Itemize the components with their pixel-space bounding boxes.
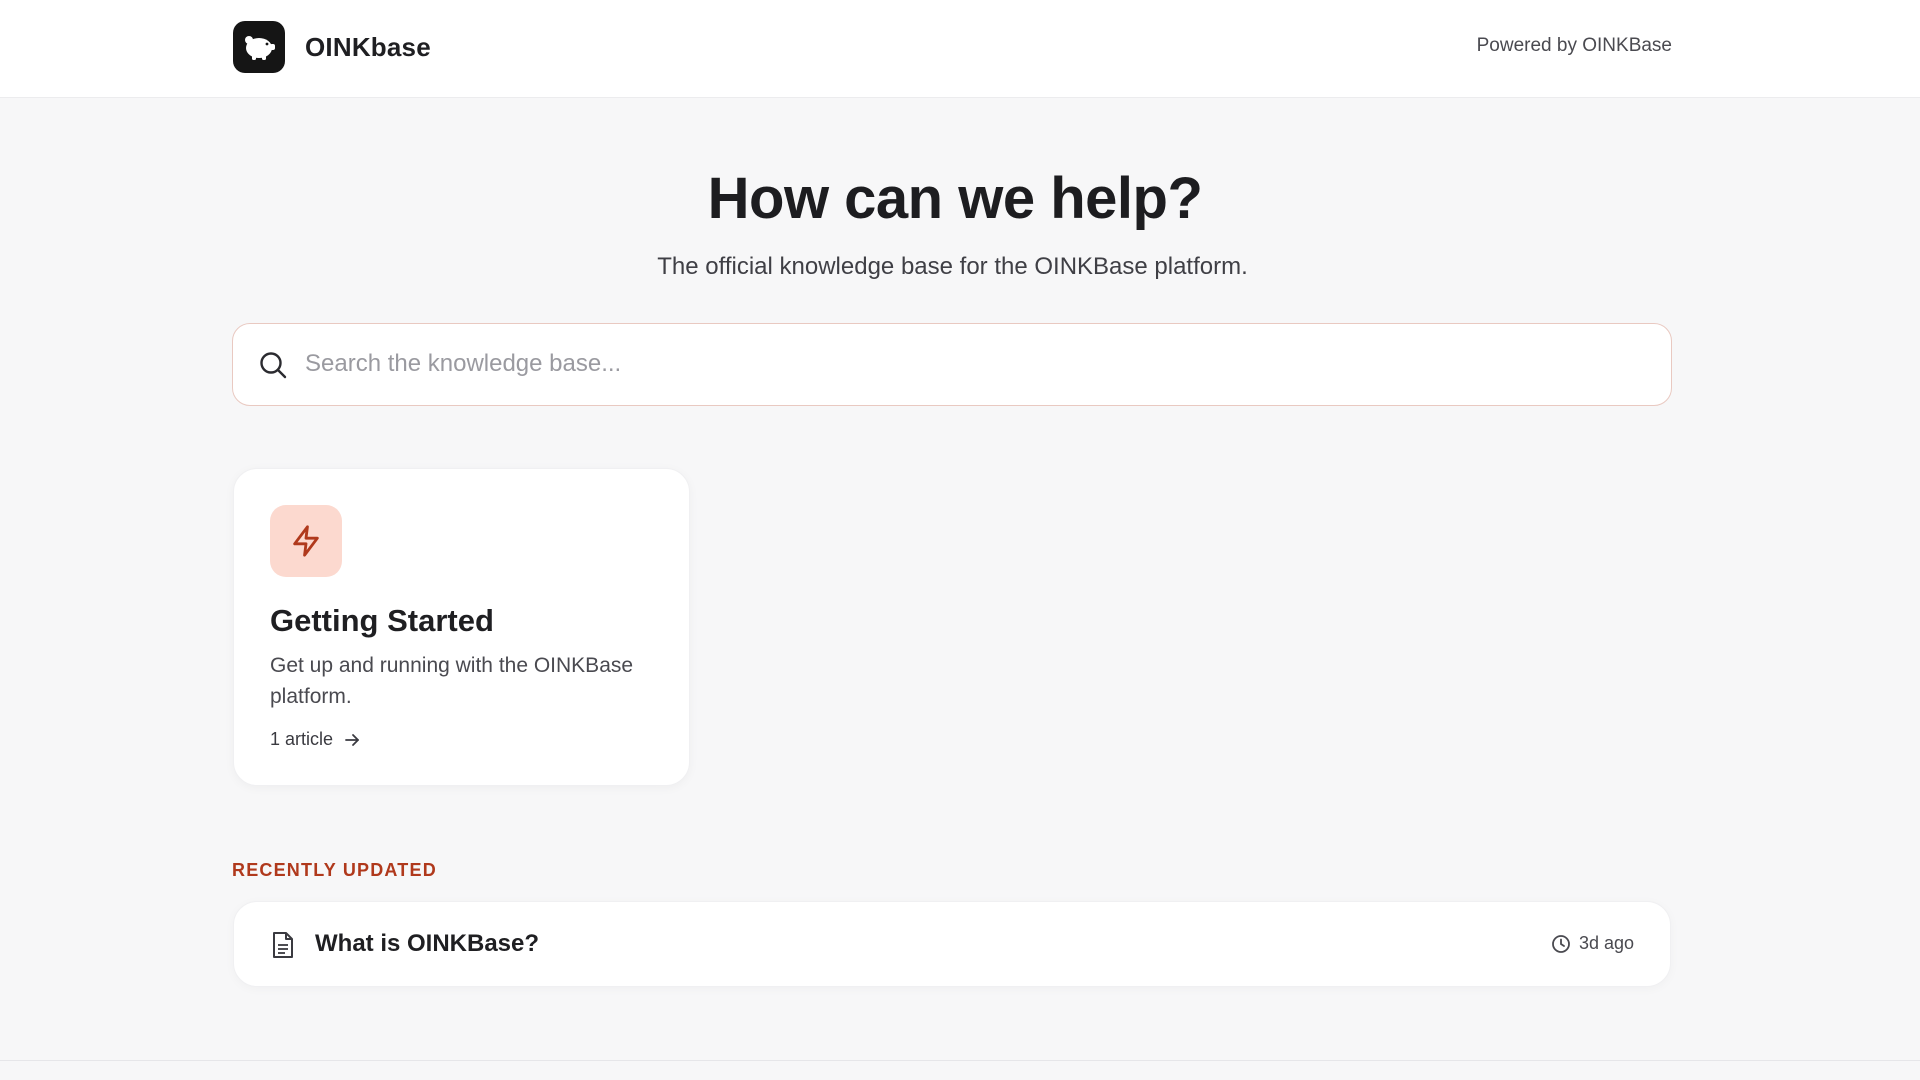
article-updated-label: 3d ago bbox=[1578, 933, 1634, 953]
article-row[interactable]: What is OINKBase? 3d ago bbox=[233, 901, 1671, 987]
article-updated: 3d ago bbox=[1551, 933, 1634, 954]
page-subtitle: The official knowledge base for the OINK… bbox=[657, 253, 1248, 280]
page-title: How can we help? bbox=[707, 166, 1203, 231]
search-input[interactable] bbox=[305, 324, 1645, 404]
search-bar bbox=[232, 323, 1672, 406]
brand-name: OINKbase bbox=[305, 31, 431, 62]
article-title: What is OINKBase? bbox=[315, 930, 540, 957]
document-icon bbox=[273, 932, 293, 958]
clock-icon bbox=[1552, 934, 1570, 953]
category-article-count: 1 article bbox=[270, 729, 361, 750]
piggy-bank-logo-icon bbox=[233, 21, 285, 73]
brand-link[interactable]: OINKbase bbox=[233, 21, 431, 73]
powered-by-link[interactable]: Powered by OINKBase bbox=[1477, 35, 1672, 57]
search-icon bbox=[260, 352, 287, 379]
site-header: OINKbase Powered by OINKBase bbox=[0, 0, 1920, 98]
category-card-getting-started[interactable]: Getting Started Get up and running with … bbox=[233, 468, 690, 786]
recently-updated-heading: RECENTLY UPDATED bbox=[232, 860, 437, 880]
category-title: Getting Started bbox=[270, 603, 494, 638]
arrow-right-icon bbox=[345, 733, 359, 746]
lightning-icon bbox=[293, 525, 319, 557]
article-count-label: 1 article bbox=[270, 729, 334, 749]
footer-divider bbox=[0, 1060, 1920, 1061]
category-description: Get up and running with the OINKBase pla… bbox=[270, 654, 634, 708]
category-icon-tile bbox=[270, 505, 342, 577]
